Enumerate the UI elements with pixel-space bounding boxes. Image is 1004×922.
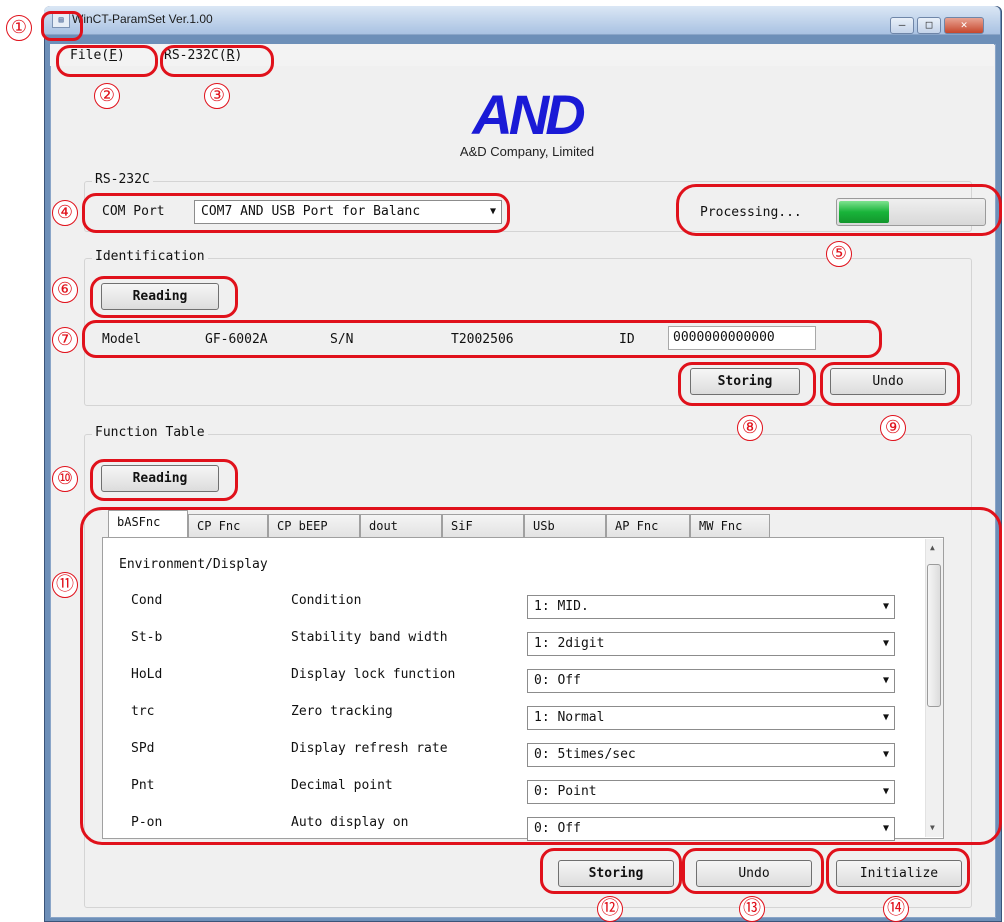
title-bar: ▤ WinCT-ParamSet Ver.1.00 – □ ✕ xyxy=(44,6,1000,35)
callout-number-13: ⑬ xyxy=(739,896,765,922)
callout-number-6: ⑥ xyxy=(52,277,78,303)
callout-outline-10 xyxy=(90,459,238,501)
function-table-group-label: Function Table xyxy=(92,425,208,440)
callout-number-1: ① xyxy=(6,15,32,41)
close-button[interactable]: ✕ xyxy=(944,17,984,34)
callout-number-12: ⑫ xyxy=(597,896,623,922)
callout-outline-13 xyxy=(682,848,824,894)
callout-outline-7 xyxy=(82,320,882,358)
callout-outline-5 xyxy=(676,184,1002,236)
window-title: WinCT-ParamSet Ver.1.00 xyxy=(72,12,213,26)
callout-number-4: ④ xyxy=(52,200,78,226)
callout-outline-4 xyxy=(82,193,510,233)
rs232c-group-label: RS-232C xyxy=(92,172,153,187)
callout-outline-1 xyxy=(41,11,83,41)
callout-outline-9 xyxy=(820,362,960,406)
callout-number-10: ⑩ xyxy=(52,466,78,492)
callout-outline-8 xyxy=(678,362,816,406)
callout-number-11: ⑪ xyxy=(52,572,78,598)
callout-outline-3 xyxy=(160,45,274,77)
maximize-button[interactable]: □ xyxy=(917,17,941,34)
callout-outline-12 xyxy=(540,848,682,894)
callout-outline-2 xyxy=(56,45,158,77)
callout-number-3: ③ xyxy=(204,83,230,109)
callout-number-9: ⑨ xyxy=(880,415,906,441)
minimize-button[interactable]: – xyxy=(890,17,914,34)
callout-outline-14 xyxy=(826,848,970,894)
callout-number-2: ② xyxy=(94,83,120,109)
company-logo: AND A&D Company, Limited xyxy=(446,83,608,159)
callout-number-8: ⑧ xyxy=(737,415,763,441)
callout-outline-6 xyxy=(90,276,238,318)
logo-company-name: A&D Company, Limited xyxy=(459,144,595,159)
callout-number-7: ⑦ xyxy=(52,327,78,353)
callout-outline-11 xyxy=(80,507,1002,845)
callout-number-14: ⑭ xyxy=(883,896,909,922)
logo-mark: AND xyxy=(472,83,585,146)
identification-group-label: Identification xyxy=(92,249,208,264)
callout-number-5: ⑤ xyxy=(826,241,852,267)
